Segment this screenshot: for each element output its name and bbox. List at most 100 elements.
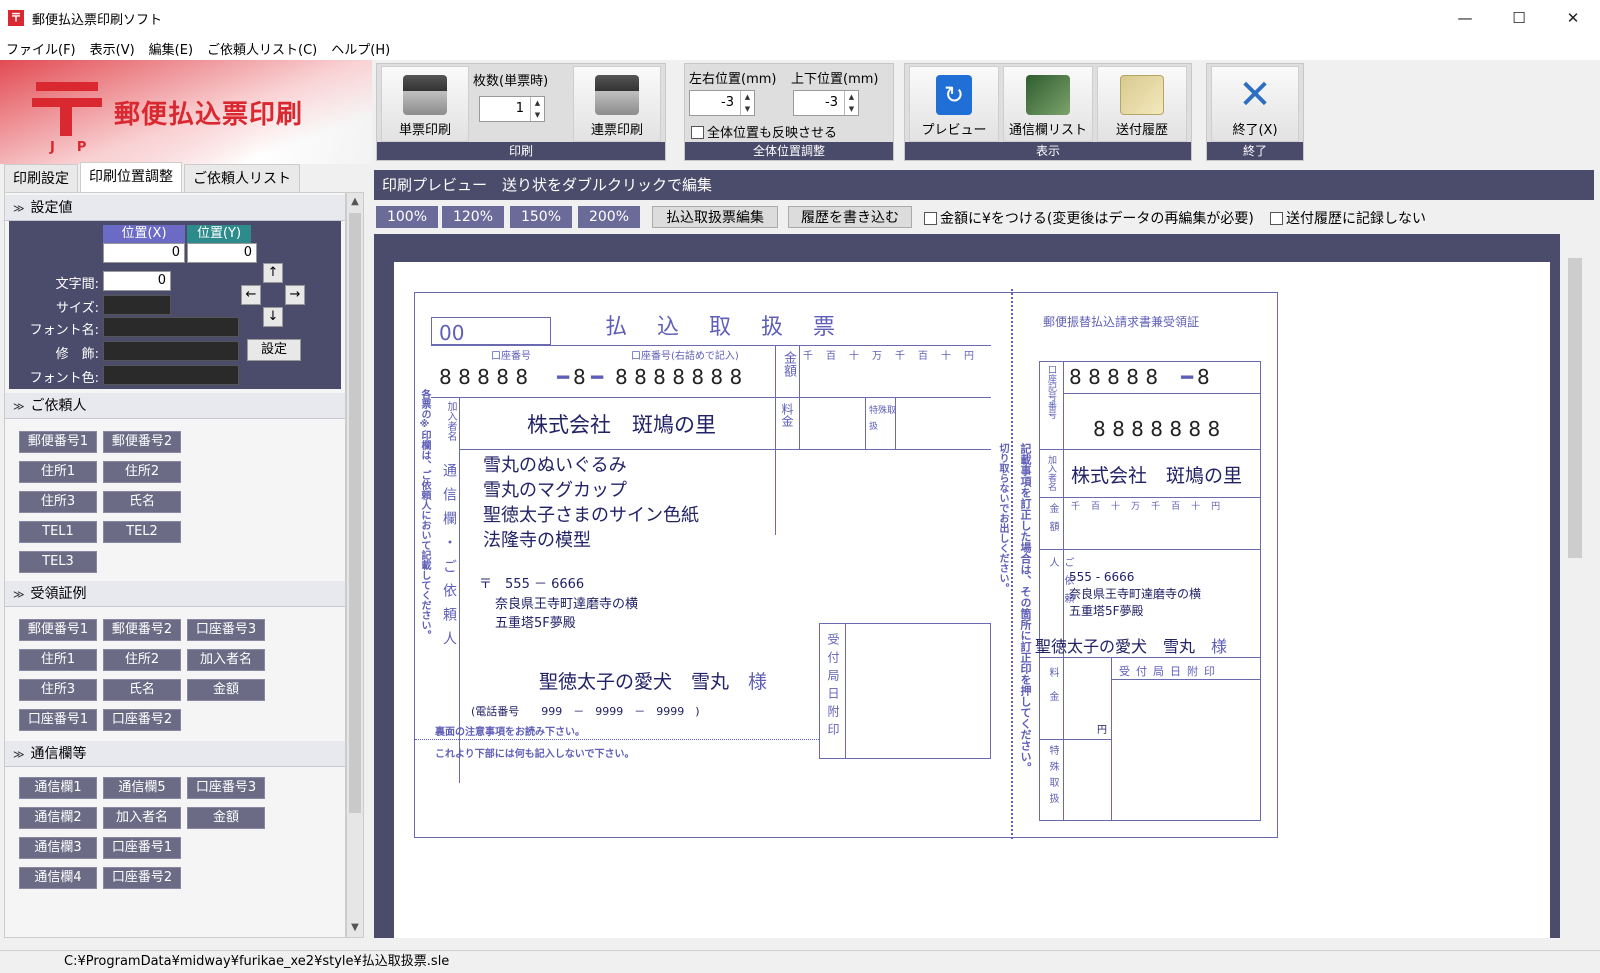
receipt-btn-amount[interactable]: 金額	[187, 679, 265, 701]
set-button[interactable]: 設定	[247, 339, 301, 361]
section-requester-header[interactable]: ≫ ご依頼人	[5, 393, 345, 419]
receipt-btn-account3[interactable]: 口座番号3	[187, 619, 265, 641]
preview-paper[interactable]: 00 払 込 取 扱 票 口座番号 口座番号(右詰めで記入) 8 8 8 8 8…	[394, 262, 1550, 938]
font-color-input[interactable]	[103, 365, 239, 385]
checkbox-icon[interactable]	[1270, 212, 1283, 225]
requester-btn-name[interactable]: 氏名	[103, 491, 181, 513]
receipt-btn-addr1[interactable]: 住所1	[19, 649, 97, 671]
comm-list-button[interactable]: 通信欄リスト	[1003, 66, 1093, 142]
section-comm-header[interactable]: ≫ 通信欄等	[5, 741, 345, 767]
account-label: 口座番号	[491, 351, 531, 362]
decoration-label: 修 飾:	[55, 347, 99, 362]
tab-requester-list[interactable]: ご依頼人リスト	[184, 164, 300, 192]
note-below: これより下部には何も記入しないで下さい。	[435, 749, 635, 760]
amount-label: 金額	[781, 351, 796, 377]
comm-btn-account3[interactable]: 口座番号3	[187, 777, 265, 799]
single-print-button[interactable]: 単票印刷	[381, 66, 469, 142]
menu-help[interactable]: ヘルプ(H)	[331, 39, 390, 58]
maximize-icon[interactable]: ☐	[1492, 0, 1546, 36]
comm-btn-comm4[interactable]: 通信欄4	[19, 867, 97, 889]
comm-btn-subscriber[interactable]: 加入者名	[103, 807, 181, 829]
menu-view[interactable]: 表示(V)	[90, 39, 135, 58]
comm-btn-comm1[interactable]: 通信欄1	[19, 777, 97, 799]
comm-btn-account2[interactable]: 口座番号2	[103, 867, 181, 889]
envelope-icon	[1120, 75, 1164, 115]
zoom-100-button[interactable]: 100%	[376, 206, 438, 228]
preview-button[interactable]: ↻ プレビュー	[909, 66, 999, 142]
requester-btn-zip2[interactable]: 郵便番号2	[103, 431, 181, 453]
stepper-arrows-icon[interactable]: ▲ ▼	[844, 91, 858, 115]
exit-button[interactable]: ✕ 終了(X)	[1211, 66, 1299, 142]
preview-canvas[interactable]: 00 払 込 取 扱 票 口座番号 口座番号(右詰めで記入) 8 8 8 8 8…	[374, 234, 1560, 938]
requester-btn-addr1[interactable]: 住所1	[19, 461, 97, 483]
zoom-200-button[interactable]: 200%	[578, 206, 640, 228]
arrow-down-icon[interactable]: ↓	[263, 307, 283, 327]
receipt-btn-addr3[interactable]: 住所3	[19, 679, 97, 701]
chevron-down-icon: ≫	[13, 748, 25, 761]
requester-btn-addr3[interactable]: 住所3	[19, 491, 97, 513]
left-scrollbar[interactable]: ▲ ▼	[346, 192, 364, 938]
receipt-btn-zip2[interactable]: 郵便番号2	[103, 619, 181, 641]
requester-btn-tel2[interactable]: TEL2	[103, 521, 181, 543]
requester-btn-addr2[interactable]: 住所2	[103, 461, 181, 483]
account-digits-a: 8 8 8 8 8	[439, 365, 529, 389]
scroll-thumb[interactable]	[1568, 258, 1582, 558]
tab-print-settings[interactable]: 印刷設定	[4, 164, 78, 192]
preview-scrollbar[interactable]	[1564, 234, 1586, 938]
minimize-icon[interactable]: —	[1438, 0, 1492, 36]
receipt-btn-account1[interactable]: 口座番号1	[19, 709, 97, 731]
no-history-checkbox[interactable]: 送付履歴に記録しない	[1270, 208, 1426, 228]
receipt-btn-account2[interactable]: 口座番号2	[103, 709, 181, 731]
checkbox-icon[interactable]	[924, 212, 937, 225]
checkbox-icon[interactable]	[691, 126, 704, 139]
section-settings-header[interactable]: ≫ 設定値	[5, 195, 345, 221]
receipt-btn-subscriber[interactable]: 加入者名	[187, 649, 265, 671]
scroll-thumb[interactable]	[349, 213, 361, 813]
font-name-input[interactable]	[103, 317, 239, 337]
stepper-arrows-icon[interactable]: ▲ ▼	[530, 97, 544, 121]
stepper-arrows-icon[interactable]: ▲ ▼	[740, 91, 754, 115]
pos-x-input[interactable]: 0	[103, 243, 185, 263]
write-history-button[interactable]: 履歴を書き込む	[788, 206, 912, 228]
arrow-up-icon[interactable]: ↑	[263, 263, 283, 283]
reflect-all-checkbox[interactable]: 全体位置も反映させる	[691, 122, 837, 141]
comm-lines: 雪丸のぬいぐるみ 雪丸のマグカップ 聖徳太子さまのサイン色紙 法隆寺の模型	[483, 455, 699, 551]
edit-form-button[interactable]: 払込取扱票編集	[652, 206, 778, 228]
section-receipt-header[interactable]: ≫ 受領証例	[5, 581, 345, 607]
continuous-print-button[interactable]: 連票印刷	[573, 66, 661, 142]
tab-print-position[interactable]: 印刷位置調整	[80, 162, 182, 192]
comm-btn-comm5[interactable]: 通信欄5	[103, 777, 181, 799]
yen-checkbox[interactable]: 金額に¥をつける(変更後はデータの再編集が必要)	[924, 208, 1254, 228]
menu-file[interactable]: ファイル(F)	[6, 39, 76, 58]
receipt-btn-name[interactable]: 氏名	[103, 679, 181, 701]
comm-btn-comm3[interactable]: 通信欄3	[19, 837, 97, 859]
menu-edit[interactable]: 編集(E)	[149, 39, 193, 58]
scroll-up-icon[interactable]: ▲	[347, 193, 363, 211]
ud-position-label: 上下位置(mm)	[791, 72, 879, 87]
size-input[interactable]	[103, 295, 171, 315]
lr-position-stepper[interactable]: -3 ▲ ▼	[689, 90, 755, 116]
ud-position-stepper[interactable]: -3 ▲ ▼	[793, 90, 859, 116]
arrow-left-icon[interactable]: ←	[241, 285, 261, 305]
close-icon[interactable]: ✕	[1546, 0, 1600, 36]
requester-btn-zip1[interactable]: 郵便番号1	[19, 431, 97, 453]
zoom-150-button[interactable]: 150%	[510, 206, 572, 228]
comm-btn-amount[interactable]: 金額	[187, 807, 265, 829]
arrow-right-icon[interactable]: →	[285, 285, 305, 305]
decoration-input[interactable]	[103, 341, 239, 361]
copies-stepper[interactable]: 1 ▲ ▼	[479, 96, 545, 122]
receipt-amount-label: 金額	[1047, 503, 1058, 539]
pos-y-input[interactable]: 0	[187, 243, 257, 263]
requester-btn-tel1[interactable]: TEL1	[19, 521, 97, 543]
receipt-btn-addr2[interactable]: 住所2	[103, 649, 181, 671]
comm-btn-comm2[interactable]: 通信欄2	[19, 807, 97, 829]
requester-btn-tel3[interactable]: TEL3	[19, 551, 97, 573]
comm-btn-account1[interactable]: 口座番号1	[103, 837, 181, 859]
payment-form[interactable]: 00 払 込 取 扱 票 口座番号 口座番号(右詰めで記入) 8 8 8 8 8…	[414, 289, 1278, 839]
menu-requester-list[interactable]: ご依頼人リスト(C)	[207, 39, 317, 58]
scroll-down-icon[interactable]: ▼	[347, 919, 363, 937]
send-history-button[interactable]: 送付履歴	[1097, 66, 1187, 142]
spacing-input[interactable]: 0	[103, 271, 171, 291]
zoom-120-button[interactable]: 120%	[442, 206, 504, 228]
receipt-btn-zip1[interactable]: 郵便番号1	[19, 619, 97, 641]
